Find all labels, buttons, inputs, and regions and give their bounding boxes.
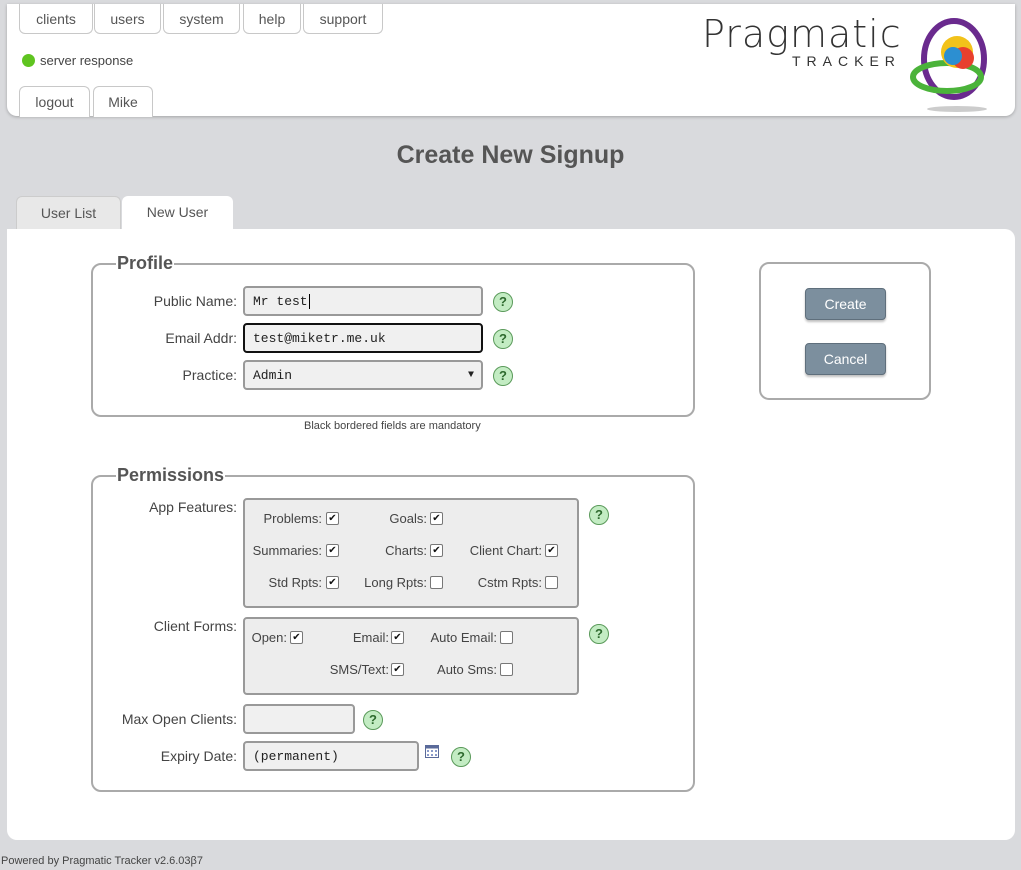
practice-select[interactable]: Admin ▼ xyxy=(243,360,483,390)
practice-label: Practice: xyxy=(182,367,237,383)
client-form-checkbox[interactable]: ✔ xyxy=(391,663,404,676)
app-feature-label: Client Chart: xyxy=(469,543,542,558)
client-forms-help-icon[interactable]: ? xyxy=(589,624,609,644)
email-help-icon[interactable]: ? xyxy=(493,329,513,349)
calendar-icon[interactable] xyxy=(425,745,439,758)
client-form-label: Auto Sms: xyxy=(437,662,497,677)
profile-legend: Profile xyxy=(116,253,175,274)
practice-help-icon[interactable]: ? xyxy=(493,366,513,386)
app-feature-label: Long Rpts: xyxy=(364,575,427,590)
max-open-clients-label: Max Open Clients: xyxy=(121,711,237,727)
email-field[interactable]: test@miketr.me.uk xyxy=(243,323,483,353)
chevron-down-icon: ▼ xyxy=(467,370,474,381)
public-name-field[interactable]: Mr test xyxy=(243,286,483,316)
cancel-button[interactable]: Cancel xyxy=(805,343,886,375)
server-status: server response xyxy=(22,53,133,68)
app-features-label: App Features: xyxy=(149,499,237,515)
app-feature-checkbox[interactable]: ✔ xyxy=(326,512,339,525)
max-open-clients-help-icon[interactable]: ? xyxy=(363,710,383,730)
nav-logout[interactable]: logout xyxy=(19,86,90,117)
status-label: server response xyxy=(40,53,134,68)
nav-clients[interactable]: clients xyxy=(19,4,93,34)
email-label: Email Addr: xyxy=(165,330,237,346)
app-feature-checkbox[interactable]: ✔ xyxy=(430,544,443,557)
mandatory-note: Black bordered fields are mandatory xyxy=(304,420,481,432)
logo-swirl-icon xyxy=(910,18,987,112)
status-indicator-icon xyxy=(22,54,35,67)
expiry-date-help-icon[interactable]: ? xyxy=(451,747,471,767)
app-feature-checkbox[interactable] xyxy=(545,576,558,589)
nav-system[interactable]: system xyxy=(163,4,240,34)
practice-value: Admin xyxy=(253,368,293,383)
app-feature-label: Problems: xyxy=(263,511,322,526)
nav-user-mike[interactable]: Mike xyxy=(93,86,153,117)
app-feature-label: Summaries: xyxy=(252,543,322,558)
page-title: Create New Signup xyxy=(396,141,625,169)
client-form-checkbox[interactable] xyxy=(500,631,513,644)
app-feature-checkbox[interactable]: ✔ xyxy=(326,544,339,557)
client-form-label: Email: xyxy=(352,630,389,645)
public-name-help-icon[interactable]: ? xyxy=(493,292,513,312)
logo-text: Pragmatic xyxy=(702,12,902,56)
logo-subtext: TRACKER xyxy=(792,53,901,69)
client-forms-box xyxy=(243,617,579,695)
client-form-label: SMS/Text: xyxy=(329,662,389,677)
tab-new-user[interactable]: New User xyxy=(122,196,233,229)
app-features-help-icon[interactable]: ? xyxy=(589,505,609,525)
create-button[interactable]: Create xyxy=(805,288,886,320)
client-forms-label: Client Forms: xyxy=(153,618,237,634)
nav-users[interactable]: users xyxy=(94,4,161,34)
app-feature-checkbox[interactable]: ✔ xyxy=(545,544,558,557)
app-feature-label: Charts: xyxy=(385,543,427,558)
expiry-date-field[interactable]: (permanent) xyxy=(243,741,419,771)
public-name-label: Public Name: xyxy=(153,293,237,309)
client-form-label: Auto Email: xyxy=(430,630,497,645)
content-panel: Profile Public Name: Mr test ? Email Add… xyxy=(7,229,1015,840)
expiry-date-label: Expiry Date: xyxy=(160,748,237,764)
actions-fieldset xyxy=(759,262,931,400)
public-name-value: Mr test xyxy=(253,294,308,309)
app-feature-label: Std Rpts: xyxy=(268,575,322,590)
header: clients users system help support server… xyxy=(7,4,1015,117)
client-form-label: Open: xyxy=(251,630,287,645)
app-feature-checkbox[interactable]: ✔ xyxy=(430,512,443,525)
app-feature-label: Cstm Rpts: xyxy=(477,575,542,590)
client-form-checkbox[interactable]: ✔ xyxy=(290,631,303,644)
tab-user-list[interactable]: User List xyxy=(16,196,121,229)
client-form-checkbox[interactable]: ✔ xyxy=(391,631,404,644)
app-feature-label: Goals: xyxy=(389,511,427,526)
nav-support[interactable]: support xyxy=(303,4,383,34)
app-feature-checkbox[interactable] xyxy=(430,576,443,589)
footer-text: Powered by Pragmatic Tracker v2.6.03β7 xyxy=(1,855,203,867)
permissions-legend: Permissions xyxy=(116,465,226,486)
max-open-clients-field[interactable] xyxy=(243,704,355,734)
nav-help[interactable]: help xyxy=(243,4,301,34)
client-form-checkbox[interactable] xyxy=(500,663,513,676)
